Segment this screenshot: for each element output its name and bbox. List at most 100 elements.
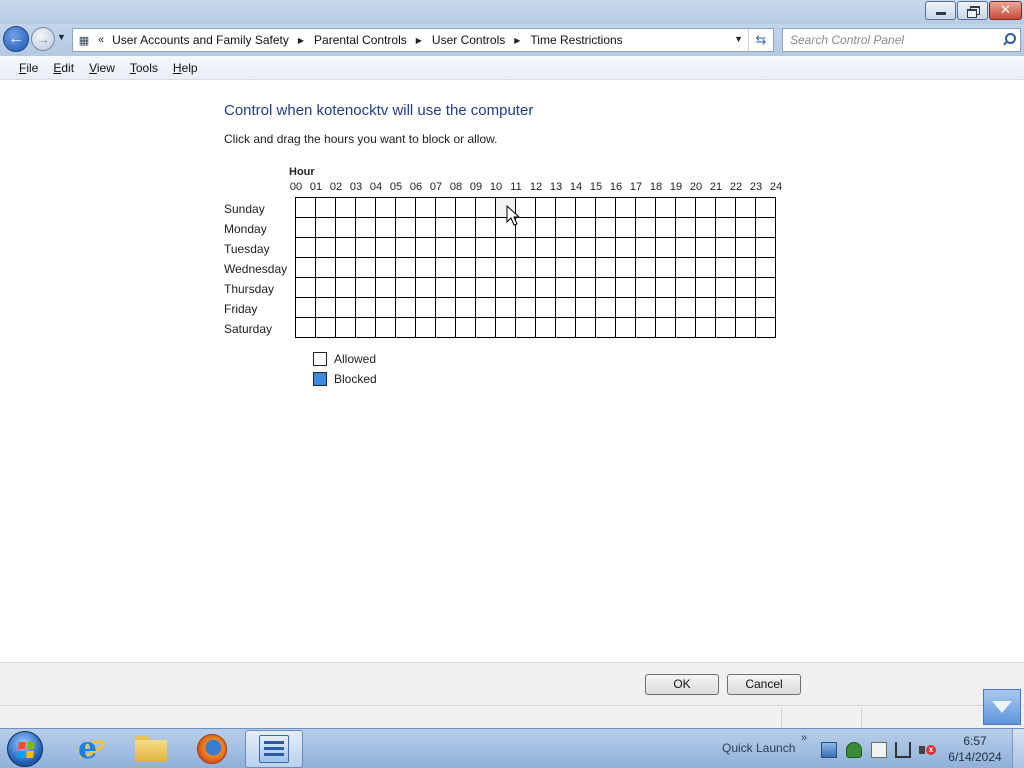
time-slot-cell[interactable]	[636, 258, 656, 278]
time-slot-cell[interactable]	[456, 218, 476, 238]
time-slot-cell[interactable]	[476, 318, 496, 338]
time-slot-cell[interactable]	[696, 238, 716, 258]
time-slot-cell[interactable]	[336, 278, 356, 298]
time-slot-cell[interactable]	[356, 198, 376, 218]
time-slot-cell[interactable]	[316, 198, 336, 218]
time-slot-cell[interactable]	[536, 318, 556, 338]
time-slot-cell[interactable]	[656, 298, 676, 318]
time-slot-cell[interactable]	[576, 238, 596, 258]
security-shield-icon[interactable]	[846, 742, 862, 758]
search-box[interactable]: Search Control Panel	[782, 28, 1021, 52]
time-slot-cell[interactable]	[756, 258, 776, 278]
time-slot-cell[interactable]	[296, 258, 316, 278]
time-slot-cell[interactable]	[516, 258, 536, 278]
time-slot-cell[interactable]	[656, 198, 676, 218]
time-slot-cell[interactable]	[396, 318, 416, 338]
time-slot-cell[interactable]	[476, 258, 496, 278]
time-slot-cell[interactable]	[576, 218, 596, 238]
taskbar-internet-explorer[interactable]: e	[61, 730, 119, 768]
time-slot-cell[interactable]	[496, 238, 516, 258]
time-slot-cell[interactable]	[316, 218, 336, 238]
breadcrumb-item-user-controls[interactable]: User Controls	[432, 33, 505, 47]
breadcrumb-item-parental-controls[interactable]: Parental Controls	[314, 33, 407, 47]
time-slot-cell[interactable]	[296, 318, 316, 338]
system-clock[interactable]: 6:57 6/14/2024	[944, 734, 1006, 764]
ok-button[interactable]: OK	[645, 674, 719, 695]
time-slot-cell[interactable]	[516, 238, 536, 258]
time-slot-cell[interactable]	[456, 238, 476, 258]
time-slot-cell[interactable]	[756, 238, 776, 258]
time-slot-cell[interactable]	[436, 258, 456, 278]
time-slot-cell[interactable]	[636, 218, 656, 238]
time-slot-cell[interactable]	[556, 278, 576, 298]
time-slot-cell[interactable]	[336, 218, 356, 238]
time-slot-cell[interactable]	[696, 218, 716, 238]
refresh-icon[interactable]: ⇆	[752, 32, 770, 48]
search-input[interactable]: Search Control Panel	[790, 33, 904, 47]
time-slot-cell[interactable]	[516, 278, 536, 298]
time-slot-cell[interactable]	[676, 278, 696, 298]
time-slot-cell[interactable]	[536, 198, 556, 218]
time-slot-cell[interactable]	[576, 298, 596, 318]
quick-launch-label[interactable]: Quick Launch	[722, 741, 795, 755]
time-slot-cell[interactable]	[736, 318, 756, 338]
time-slot-cell[interactable]	[636, 278, 656, 298]
volume-muted-icon[interactable]: x	[919, 742, 936, 758]
time-slot-cell[interactable]	[476, 238, 496, 258]
show-desktop-button[interactable]	[1012, 729, 1024, 768]
close-button[interactable]: ✕	[989, 1, 1022, 20]
breadcrumb-item-time-restrictions[interactable]: Time Restrictions	[530, 33, 622, 47]
time-slot-cell[interactable]	[736, 218, 756, 238]
time-slot-cell[interactable]	[336, 198, 356, 218]
time-slot-cell[interactable]	[716, 318, 736, 338]
time-slot-cell[interactable]	[656, 258, 676, 278]
time-slot-cell[interactable]	[416, 318, 436, 338]
time-slot-cell[interactable]	[536, 258, 556, 278]
address-bar[interactable]: ▦ « User Accounts and Family Safety ▶ Pa…	[72, 28, 774, 52]
time-slot-cell[interactable]	[556, 318, 576, 338]
restore-button[interactable]	[957, 1, 988, 20]
time-slot-cell[interactable]	[556, 298, 576, 318]
time-slot-cell[interactable]	[416, 238, 436, 258]
scroll-down-button[interactable]	[983, 689, 1021, 725]
time-slot-cell[interactable]	[336, 298, 356, 318]
time-slot-cell[interactable]	[716, 258, 736, 278]
time-slot-cell[interactable]	[556, 218, 576, 238]
time-slot-cell[interactable]	[616, 318, 636, 338]
quick-launch-chevron-icon[interactable]: »	[801, 732, 807, 744]
time-slot-cell[interactable]	[596, 298, 616, 318]
time-slot-cell[interactable]	[556, 258, 576, 278]
time-slot-cell[interactable]	[476, 198, 496, 218]
time-slot-cell[interactable]	[616, 218, 636, 238]
time-slot-cell[interactable]	[456, 278, 476, 298]
time-slot-cell[interactable]	[736, 198, 756, 218]
time-slot-cell[interactable]	[396, 258, 416, 278]
time-slot-cell[interactable]	[536, 278, 556, 298]
time-slot-cell[interactable]	[476, 218, 496, 238]
time-slot-cell[interactable]	[696, 258, 716, 278]
time-slot-cell[interactable]	[556, 198, 576, 218]
connection-icon[interactable]	[895, 742, 911, 758]
time-slot-cell[interactable]	[656, 238, 676, 258]
time-slot-cell[interactable]	[616, 278, 636, 298]
network-icon[interactable]	[821, 742, 837, 758]
time-slot-cell[interactable]	[696, 278, 716, 298]
time-slot-cell[interactable]	[676, 318, 696, 338]
time-slot-cell[interactable]	[536, 298, 556, 318]
time-slot-cell[interactable]	[396, 198, 416, 218]
forward-button[interactable]: →	[31, 27, 55, 51]
time-slot-cell[interactable]	[716, 198, 736, 218]
time-slot-cell[interactable]	[576, 198, 596, 218]
time-slot-cell[interactable]	[456, 318, 476, 338]
time-slot-cell[interactable]	[616, 298, 636, 318]
recent-pages-button[interactable]: ▼	[57, 32, 66, 42]
time-slot-cell[interactable]	[416, 218, 436, 238]
time-slot-cell[interactable]	[676, 198, 696, 218]
time-slot-cell[interactable]	[596, 258, 616, 278]
time-slot-cell[interactable]	[376, 318, 396, 338]
time-slot-cell[interactable]	[616, 258, 636, 278]
time-slot-cell[interactable]	[396, 298, 416, 318]
time-slot-cell[interactable]	[756, 198, 776, 218]
time-slot-cell[interactable]	[376, 278, 396, 298]
time-slot-cell[interactable]	[576, 318, 596, 338]
